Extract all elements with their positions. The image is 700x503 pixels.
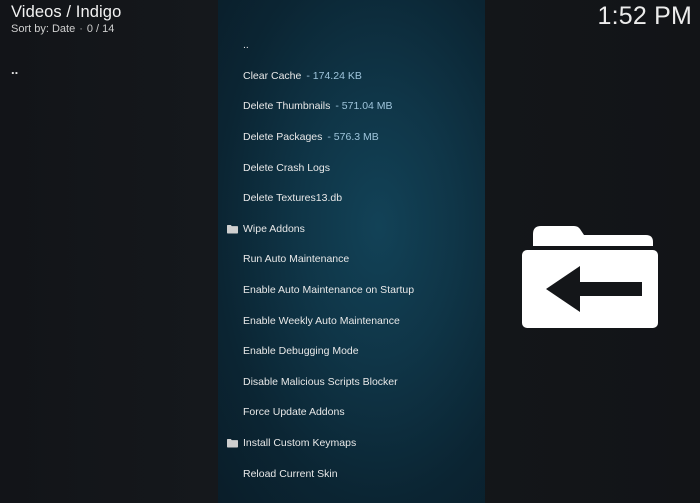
list-item-label: ..: [243, 39, 249, 52]
list-item-force-update-addons[interactable]: Force Update Addons: [218, 397, 485, 428]
list-item-delete-packages[interactable]: Delete Packages - 576.3 MB: [218, 122, 485, 153]
list-item-parent[interactable]: ..: [218, 30, 485, 61]
list-item-label: Delete Crash Logs: [243, 161, 330, 174]
list-item-size: - 571.04 MB: [335, 100, 393, 113]
list-item-label: Force Update Addons: [243, 406, 345, 419]
folder-icon: [227, 224, 238, 234]
list-item-enable-debugging-mode[interactable]: Enable Debugging Mode: [218, 336, 485, 367]
list-item-size: - 576.3 MB: [327, 131, 379, 144]
file-list: .. Clear Cache - 174.24 KB Delete Thumbn…: [218, 30, 485, 489]
list-item-reload-current-skin[interactable]: Reload Current Skin: [218, 458, 485, 489]
list-item-label: Run Auto Maintenance: [243, 253, 350, 266]
list-item-delete-thumbnails[interactable]: Delete Thumbnails - 571.04 MB: [218, 91, 485, 122]
list-item-enable-weekly-auto-maintenance[interactable]: Enable Weekly Auto Maintenance: [218, 305, 485, 336]
list-item-label: Disable Malicious Scripts Blocker: [243, 375, 398, 388]
header: Videos / Indigo Sort by: Date · 0 / 14: [11, 3, 121, 36]
list-item-label: Delete Thumbnails: [243, 100, 331, 113]
list-item-label: Enable Auto Maintenance on Startup: [243, 284, 415, 297]
list-item-install-custom-keymaps[interactable]: Install Custom Keymaps: [218, 428, 485, 459]
kodi-screen: Videos / Indigo Sort by: Date · 0 / 14 1:5…: [0, 0, 700, 503]
list-item-label: Clear Cache: [243, 69, 302, 82]
list-item-enable-auto-maintenance-startup[interactable]: Enable Auto Maintenance on Startup: [218, 275, 485, 306]
parent-folder-label: ..: [11, 62, 19, 77]
sort-separator: ·: [79, 23, 83, 35]
list-item-label: Delete Textures13.db: [243, 192, 343, 205]
sort-label: Sort by: Date: [11, 23, 76, 35]
list-item-label: Wipe Addons: [243, 222, 305, 235]
folder-icon: [227, 439, 238, 448]
item-count: 0 / 14: [86, 23, 115, 35]
list-item-label: Enable Debugging Mode: [243, 345, 359, 358]
list-item-label: Delete Packages: [243, 131, 323, 144]
list-item-label: Install Custom Keymaps: [243, 437, 357, 450]
folder-back-icon: [522, 226, 658, 328]
clock: 1:52 PM: [597, 2, 692, 30]
list-item-delete-textures[interactable]: Delete Textures13.db: [218, 183, 485, 214]
list-item-size: - 174.24 KB: [306, 69, 362, 82]
page-title: Videos / Indigo: [11, 3, 122, 21]
list-item-disable-malicious-scripts-blocker[interactable]: Disable Malicious Scripts Blocker: [218, 367, 485, 398]
list-item-run-auto-maintenance[interactable]: Run Auto Maintenance: [218, 244, 485, 275]
list-item-delete-crash-logs[interactable]: Delete Crash Logs: [218, 152, 485, 183]
list-item-wipe-addons[interactable]: Wipe Addons: [218, 214, 485, 245]
sort-info: Sort by: Date · 0 / 14: [11, 22, 121, 36]
file-list-panel: .. Clear Cache - 174.24 KB Delete Thumbn…: [218, 0, 485, 503]
list-item-label: Enable Weekly Auto Maintenance: [243, 314, 400, 327]
list-item-clear-cache[interactable]: Clear Cache - 174.24 KB: [218, 61, 485, 92]
list-item-label: Reload Current Skin: [243, 467, 338, 480]
